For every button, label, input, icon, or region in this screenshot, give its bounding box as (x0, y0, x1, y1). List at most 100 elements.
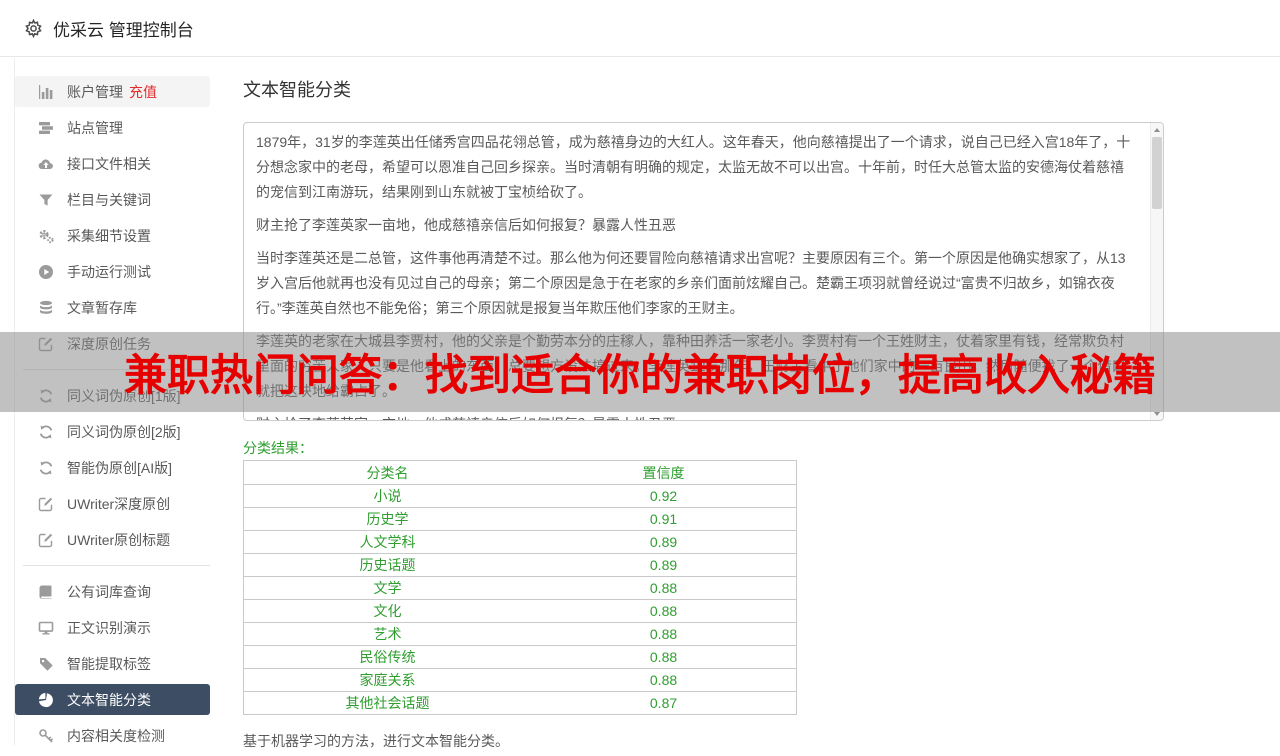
category-cell: 小说 (243, 484, 532, 508)
tag-icon (38, 656, 54, 672)
table-row: 民俗传统 0.88 (243, 645, 797, 669)
document-paragraph: 财主抢了李莲英家一亩地，他成慈禧亲信后如何报复？暴露人性丑恶 (256, 217, 676, 233)
table-row: 文化 0.88 (243, 599, 797, 623)
sidebar: 账户管理充值站点管理接口文件相关栏目与关键词采集细节设置手动运行测试文章暂存库深… (15, 76, 210, 756)
table-row: 小说 0.92 (243, 484, 797, 508)
layers-icon (38, 120, 54, 136)
category-cell: 历史话题 (243, 553, 532, 577)
sidebar-item-text-classification[interactable]: 文本智能分类 (15, 684, 210, 715)
refresh-icon (38, 460, 54, 476)
confidence-cell: 0.92 (531, 484, 797, 508)
sidebar-item-label: 接口文件相关 (67, 155, 151, 172)
sidebar-item-label: 栏目与关键词 (67, 191, 151, 208)
sidebar-item-public-dictionary[interactable]: 公有词库查询 (15, 576, 210, 607)
main-content: 文本智能分类 1879年，31岁的李莲英出任储秀宫四品花翎总管，成为慈禧身边的大… (243, 80, 1164, 751)
result-label: 分类结果： (243, 440, 313, 456)
sidebar-item-label: 文章暂存库 (67, 299, 137, 316)
sidebar-item-manual-run-test[interactable]: 手动运行测试 (15, 256, 210, 287)
category-cell: 家庭关系 (243, 668, 532, 692)
scrollbar-thumb[interactable] (1152, 137, 1162, 209)
bar-chart-icon (38, 84, 54, 100)
sidebar-item-label: UWriter深度原创 (67, 495, 171, 512)
sidebar-item-article-staging[interactable]: 文章暂存库 (15, 292, 210, 323)
sidebar-item-label: 采集细节设置 (67, 227, 151, 244)
category-cell: 人文学科 (243, 530, 532, 554)
sidebar-item-label: 公有词库查询 (67, 583, 151, 600)
table-row: 艺术 0.88 (243, 622, 797, 646)
confidence-cell: 0.88 (531, 599, 797, 623)
table-row: 历史学 0.91 (243, 507, 797, 531)
table-row: 人文学科 0.89 (243, 530, 797, 554)
scroll-up-arrow-icon[interactable] (1151, 123, 1163, 136)
table-row: 文学 0.88 (243, 576, 797, 600)
overlay-banner: 兼职热门问答：找到适合你的兼职岗位，提高收入秘籍 (0, 332, 1280, 412)
document-paragraph: 财主抢了李莲英家一亩地，他成慈禧亲信后如何报复？暴露人性丑恶 (256, 412, 1131, 420)
category-cell: 文化 (243, 599, 532, 623)
sidebar-item-uwriter-deep-original[interactable]: UWriter深度原创 (15, 488, 210, 519)
confidence-cell: 0.88 (531, 668, 797, 692)
confidence-cell: 0.89 (531, 530, 797, 554)
pie-icon (38, 692, 54, 708)
sidebar-item-collection-settings[interactable]: 采集细节设置 (15, 220, 210, 251)
sidebar-item-content-recognition-demo[interactable]: 正文识别演示 (15, 612, 210, 643)
document-paragraph: 当时李莲英还是二总管，这件事他再清楚不过。那么他为何还要冒险向慈禧请求出宫呢？主… (256, 250, 1126, 316)
category-cell: 民俗传统 (243, 645, 532, 669)
sidebar-divider (23, 565, 210, 566)
sidebar-item-label: UWriter原创标题 (67, 531, 171, 548)
book-icon (38, 584, 54, 600)
table-row: 历史话题 0.89 (243, 553, 797, 577)
sidebar-item-label: 站点管理 (67, 119, 123, 136)
sidebar-item-label: 手动运行测试 (67, 263, 151, 280)
sidebar-item-interface-files[interactable]: 接口文件相关 (15, 148, 210, 179)
topbar: 优采云 管理控制台 (0, 0, 1280, 57)
monitor-icon (38, 620, 54, 636)
table-row: 其他社会话题 0.87 (243, 691, 797, 715)
database-icon (38, 300, 54, 316)
page-title: 文本智能分类 (243, 80, 351, 100)
app-title: 优采云 管理控制台 (53, 20, 194, 40)
filter-icon (38, 192, 54, 208)
sidebar-item-label: 账户管理 (67, 83, 123, 100)
key-icon (38, 728, 54, 744)
sidebar-item-label: 智能伪原创[AI版] (67, 459, 173, 476)
refresh-icon (38, 424, 54, 440)
confidence-cell: 0.89 (531, 553, 797, 577)
overlay-banner-text: 兼职热门问答：找到适合你的兼职岗位，提高收入秘籍 (124, 352, 1156, 400)
table-row: 家庭关系 0.88 (243, 668, 797, 692)
confidence-cell: 0.88 (531, 645, 797, 669)
document-paragraph: 1879年，31岁的李莲英出任储秀宫四品花翎总管，成为慈禧身边的大红人。这年春天… (256, 134, 1131, 200)
category-cell: 文学 (243, 576, 532, 600)
footer-note: 基于机器学习的方法，进行文本智能分类。 (243, 733, 509, 749)
confidence-cell: 0.88 (531, 576, 797, 600)
sidebar-item-account-management[interactable]: 账户管理 充值 (15, 76, 210, 107)
sidebar-item-site-management[interactable]: 站点管理 (15, 112, 210, 143)
app-window: 优采云 管理控制台 账户管理 充值 站点管理 接口文件相关 栏目与关键词 采集细节设置 手动… (0, 0, 1280, 749)
sidebar-item-ai-rewrite[interactable]: 智能伪原创[AI版] (15, 452, 210, 483)
table-header-row: 分类名 置信度 (244, 461, 797, 485)
confidence-cell: 0.88 (531, 622, 797, 646)
category-cell: 历史学 (243, 507, 532, 531)
result-table: 分类名 置信度 小说 0.92 历史学 0.91 人文学科 0.89 历史话题 0.89 文学 0… (243, 460, 797, 715)
edit-icon (38, 496, 54, 512)
sidebar-item-uwriter-original-title[interactable]: UWriter原创标题 (15, 524, 210, 555)
category-cell: 艺术 (243, 622, 532, 646)
gear-icon[interactable] (24, 18, 43, 38)
sidebar-item-label: 同义词伪原创[2版] (67, 423, 181, 440)
sidebar-item-label: 智能提取标签 (67, 655, 151, 672)
sidebar-item-smart-tag-extract[interactable]: 智能提取标签 (15, 648, 210, 679)
sidebar-item-label: 文本智能分类 (67, 691, 151, 708)
cloud-upload-icon (38, 156, 54, 172)
sidebar-item-label: 内容相关度检测 (67, 727, 165, 744)
sidebar-item-synonym-rewrite-v2[interactable]: 同义词伪原创[2版] (15, 416, 210, 447)
sidebar-item-relevance-detection[interactable]: 内容相关度检测 (15, 720, 210, 751)
category-cell: 其他社会话题 (243, 691, 532, 715)
sidebar-item-columns-keywords[interactable]: 栏目与关键词 (15, 184, 210, 215)
gears-icon (38, 228, 54, 244)
recharge-badge[interactable]: 充值 (129, 82, 157, 102)
confidence-cell: 0.87 (531, 691, 797, 715)
column-header-confidence: 置信度 (642, 464, 685, 481)
sidebar-item-label: 正文识别演示 (67, 619, 151, 636)
column-header-category: 分类名 (366, 464, 409, 481)
edit-icon (38, 532, 54, 548)
confidence-cell: 0.91 (531, 507, 797, 531)
